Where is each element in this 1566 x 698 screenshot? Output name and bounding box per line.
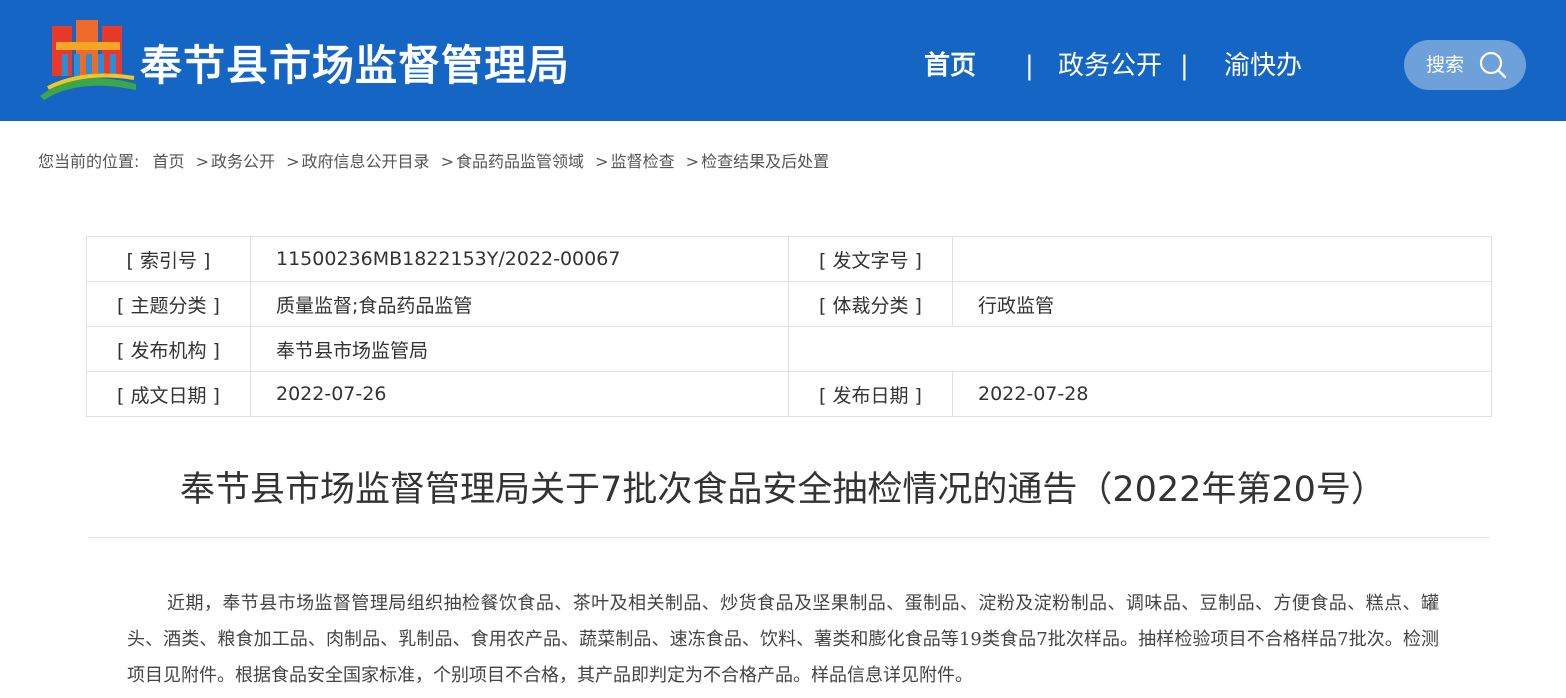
published-date-value: 2022-07-28: [952, 371, 1492, 417]
doc-no-value: [952, 236, 1492, 282]
site-logo[interactable]: [38, 18, 138, 100]
nav-item-home[interactable]: 首页: [924, 46, 976, 86]
breadcrumb-item-inspection[interactable]: 监督检查: [611, 150, 675, 174]
genre-value: 行政监管: [952, 281, 1492, 327]
breadcrumb-item-info-catalog[interactable]: 政府信息公开目录: [302, 150, 430, 174]
nav-item-yukuaiban[interactable]: 渝快办: [1224, 46, 1302, 86]
table-row: [ 成文日期 ] 2022-07-26 [ 发布日期 ] 2022-07-28: [86, 371, 1492, 417]
search-label: 搜索: [1426, 54, 1465, 76]
search-button[interactable]: 搜索: [1404, 40, 1526, 90]
table-row: [ 发布机构 ] 奉节县市场监管局: [86, 326, 1492, 372]
genre-label: [ 体裁分类 ]: [788, 281, 953, 327]
breadcrumb-item-results[interactable]: 检查结果及后处置: [701, 150, 829, 174]
topic-value: 质量监督;食品药品监管: [250, 281, 789, 327]
doc-no-label: [ 发文字号 ]: [788, 236, 953, 282]
created-date-value: 2022-07-26: [250, 371, 789, 417]
index-no-value: 11500236MB1822153Y/2022-00067: [250, 236, 789, 282]
nav-separator: |: [1025, 51, 1034, 81]
document-meta-table: [ 索引号 ] 11500236MB1822153Y/2022-00067 [ …: [86, 236, 1492, 417]
publisher-label: [ 发布机构 ]: [86, 326, 251, 372]
breadcrumb-separator: >: [286, 152, 300, 171]
title-divider: [88, 537, 1490, 538]
site-title[interactable]: 奉节县市场监督管理局: [140, 36, 570, 96]
topic-label: [ 主题分类 ]: [86, 281, 251, 327]
breadcrumb-item-food-drug[interactable]: 食品药品监管领域: [456, 150, 584, 174]
site-header: 奉节县市场监督管理局 首页 | 政务公开 | 渝快办 搜索: [0, 0, 1566, 121]
index-no-label: [ 索引号 ]: [86, 236, 251, 282]
breadcrumb-separator: >: [595, 152, 609, 171]
table-row: [ 主题分类 ] 质量监督;食品药品监管 [ 体裁分类 ] 行政监管: [86, 281, 1492, 327]
empty-cell: [788, 326, 1492, 372]
published-date-label: [ 发布日期 ]: [788, 371, 953, 417]
article-title: 奉节县市场监督管理局关于7批次食品安全抽检情况的通告（2022年第20号）: [180, 470, 1386, 510]
breadcrumb-separator: >: [685, 152, 700, 171]
breadcrumb-separator: >: [440, 152, 455, 171]
breadcrumb-item-home[interactable]: 首页: [153, 150, 185, 174]
nav-separator: |: [1180, 51, 1189, 81]
nav-item-government-affairs[interactable]: 政务公开: [1058, 46, 1162, 86]
article-paragraph: 近期，奉节县市场监督管理局组织抽检餐饮食品、茶叶及相关制品、炒货食品及坚果制品、…: [127, 593, 1439, 686]
publisher-value: 奉节县市场监管局: [250, 326, 789, 372]
table-row: [ 索引号 ] 11500236MB1822153Y/2022-00067 [ …: [86, 236, 1492, 282]
breadcrumb-separator: >: [195, 152, 210, 171]
breadcrumb-prefix: 您当前的位置:: [38, 152, 140, 171]
created-date-label: [ 成文日期 ]: [86, 371, 251, 417]
breadcrumb-item-government-affairs[interactable]: 政务公开: [211, 150, 275, 174]
search-icon: [1479, 51, 1507, 79]
breadcrumb: 您当前的位置: 首页 > 政务公开 > 政府信息公开目录 > 食品药品监管领域 > 监督…: [38, 150, 829, 174]
